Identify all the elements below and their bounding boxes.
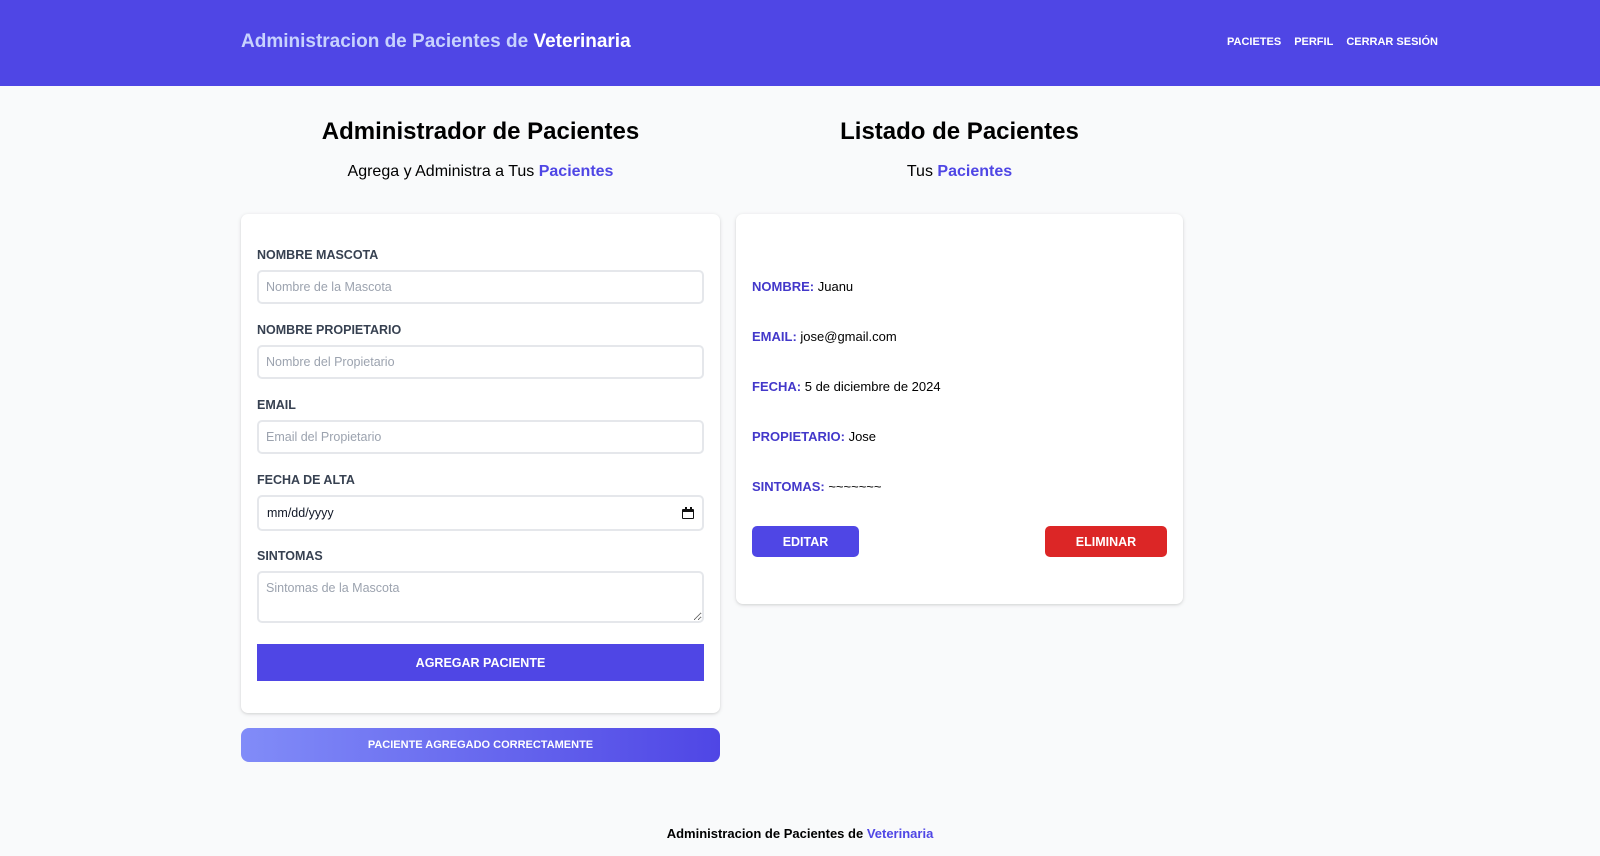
list-section-title: Listado de Pacientes	[840, 118, 1079, 145]
sintomas-textarea[interactable]	[257, 571, 704, 623]
top-header: Administracion de Pacientes de Veterinar…	[0, 0, 1600, 86]
brand-prefix: Administracion de Pacientes de	[241, 31, 534, 52]
email-input[interactable]	[257, 420, 704, 454]
nav-link-pacientes[interactable]: Pacietes	[1227, 36, 1281, 48]
patient-propietario-key: Propietario:	[752, 429, 845, 444]
patient-fecha-key: Fecha:	[752, 379, 802, 394]
form-section-subtitle: Agrega y Administra a Tus Pacientes	[241, 163, 720, 181]
footer-accent: Veterinaria	[866, 826, 934, 841]
app-brand: Administracion de Pacientes de Veterinar…	[241, 31, 631, 53]
form-subtitle-accent: Pacientes	[538, 163, 614, 180]
main-nav: Pacietes Perfil Cerrar Sesión	[1227, 36, 1438, 48]
patient-propietario-value: Jose	[848, 429, 877, 444]
fecha-label: Fecha de Alta	[257, 473, 355, 487]
editar-button[interactable]: Editar	[752, 526, 859, 557]
list-subtitle-prefix: Tus	[906, 163, 938, 180]
nav-link-perfil[interactable]: Perfil	[1294, 36, 1333, 48]
propietario-input[interactable]	[257, 345, 704, 379]
patient-propietario-row: Propietario: Jose	[752, 429, 876, 444]
list-subtitle-accent: Pacientes	[937, 163, 1013, 180]
patient-email-row: Email: jose@gmail.com	[752, 329, 897, 344]
eliminar-button[interactable]: Eliminar	[1045, 526, 1167, 557]
agregar-paciente-button[interactable]: Agregar Paciente	[257, 644, 704, 681]
fecha-date-input[interactable]: mm/dd/yyyy	[257, 495, 704, 531]
mascota-label: Nombre Mascota	[257, 248, 379, 262]
calendar-icon[interactable]	[682, 507, 694, 519]
patient-nombre-key: Nombre:	[752, 279, 815, 294]
patient-sintomas-value: ~~~~~~~	[828, 479, 882, 494]
footer-prefix: Administracion de Pacientes de	[666, 826, 867, 841]
propietario-label: Nombre Propietario	[257, 323, 402, 337]
fecha-date-value: mm/dd/yyyy	[267, 506, 334, 520]
list-section-subtitle: Tus Pacientes	[736, 163, 1183, 181]
patient-sintomas-row: Sintomas: ~~~~~~~	[752, 479, 882, 494]
page-footer: Administracion de Pacientes de Veterinar…	[0, 826, 1600, 841]
brand-strong: Veterinaria	[533, 31, 631, 52]
patient-card: Nombre: Juanu Email: jose@gmail.com Fech…	[736, 214, 1183, 604]
patient-fecha-row: Fecha: 5 de diciembre de 2024	[752, 379, 941, 394]
patient-form: Nombre Mascota Nombre Propietario Email …	[241, 214, 720, 713]
patient-nombre-row: Nombre: Juanu	[752, 279, 853, 294]
nav-link-cerrar-sesion[interactable]: Cerrar Sesión	[1346, 36, 1438, 48]
email-label: Email	[257, 398, 296, 412]
patient-email-value: jose@gmail.com	[800, 329, 897, 344]
patient-nombre-value: Juanu	[817, 279, 854, 294]
patient-sintomas-key: Sintomas:	[752, 479, 825, 494]
form-section-title: Administrador de Pacientes	[321, 118, 640, 145]
form-subtitle-prefix: Agrega y Administra a Tus	[347, 163, 539, 180]
sintomas-label: Sintomas	[257, 549, 323, 563]
success-alert: Paciente Agregado Correctamente	[241, 728, 720, 762]
mascota-input[interactable]	[257, 270, 704, 304]
patient-email-key: Email:	[752, 329, 797, 344]
patient-fecha-value: 5 de diciembre de 2024	[804, 379, 941, 394]
